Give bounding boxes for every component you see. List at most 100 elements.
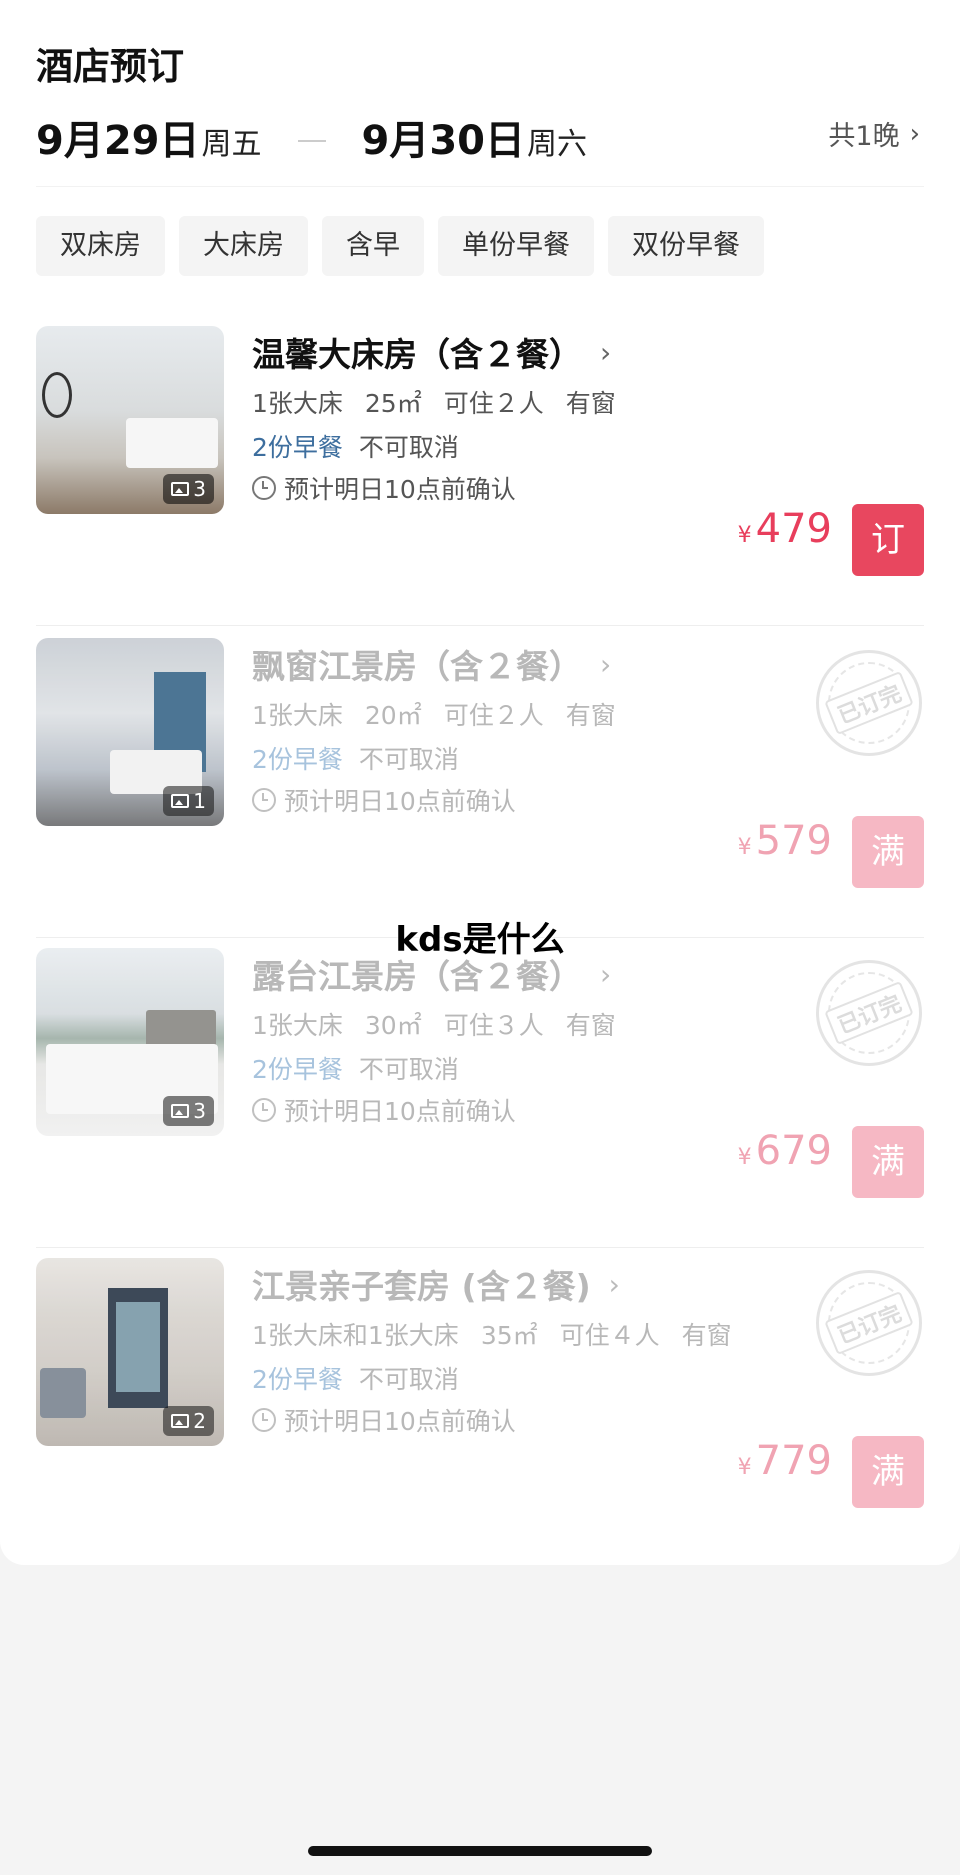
full-button[interactable]: 满 <box>852 1126 924 1198</box>
full-button[interactable]: 满 <box>852 1436 924 1508</box>
checkout-day: 周六 <box>527 127 587 162</box>
photo-count: 3 <box>193 1099 206 1123</box>
date-range[interactable]: 9月29日 周五 9月30日 周六 <box>36 108 587 164</box>
page-title: 酒店预订 <box>36 45 184 88</box>
window-info: 有窗 <box>565 701 616 730</box>
room-price: ¥ 479 <box>738 506 832 552</box>
clock-icon <box>252 476 276 500</box>
photo-count-badge: 1 <box>163 786 214 816</box>
room-specs: 1张大床 20㎡ 可住２人 有窗 <box>252 696 638 732</box>
sold-out-stamp: 已订完 <box>816 650 922 756</box>
cancel-policy: 不可取消 <box>358 1055 459 1084</box>
room-area: 35㎡ <box>480 1321 538 1350</box>
cancel-policy: 不可取消 <box>358 745 459 774</box>
chevron-right-icon: › <box>608 1267 620 1301</box>
confirm-info: 预计明日10点前确认 <box>252 1092 516 1128</box>
photo-count-badge: 2 <box>163 1406 214 1436</box>
room-area: 25㎡ <box>364 389 422 418</box>
price-amount: 579 <box>755 818 832 864</box>
room-specs: 1张大床和1张大床 35㎡ 可住４人 有窗 <box>252 1316 754 1352</box>
window-info: 有窗 <box>565 389 616 418</box>
room-photo[interactable]: 3 <box>36 326 224 514</box>
image-icon <box>171 1104 190 1118</box>
room-photo[interactable]: 1 <box>36 638 224 826</box>
full-button[interactable]: 满 <box>852 816 924 888</box>
nights-link[interactable]: 共1晚 › <box>828 114 920 153</box>
chevron-right-icon: › <box>909 118 920 149</box>
room-area: 30㎡ <box>364 1011 422 1040</box>
occupancy: 可住３人 <box>443 1011 544 1040</box>
room-name-text: 温馨大床房（含２餐） <box>252 335 582 374</box>
room-name[interactable]: 江景亲子套房 (含２餐) › <box>252 1260 620 1308</box>
filter-chip-breakfast[interactable]: 含早 <box>322 216 424 276</box>
room-info: 温馨大床房（含２餐） › 1张大床 25㎡ 可住２人 有窗 2份早餐 不可取消 预计明日… <box>252 326 924 526</box>
currency-symbol: ¥ <box>737 1145 752 1170</box>
room-photo[interactable]: 3 <box>36 948 224 1136</box>
booking-card: 酒店预订 9月29日 周五 9月30日 周六 共1晚 › 双床房 大床房 含早 … <box>0 0 960 1565</box>
nights-label: 共1晚 <box>828 121 900 152</box>
room-area: 20㎡ <box>364 701 422 730</box>
clock-icon <box>252 788 276 812</box>
room-photo[interactable]: 2 <box>36 1258 224 1446</box>
room-info: 露台江景房（含２餐） › 1张大床 30㎡ 可住３人 有窗 2份早餐 不可取消 预计明日… <box>252 948 924 1148</box>
sold-out-stamp: 已订完 <box>816 960 922 1066</box>
filter-chip-twin[interactable]: 双床房 <box>36 216 165 276</box>
cancel-policy: 不可取消 <box>358 433 459 462</box>
confirm-info: 预计明日10点前确认 <box>252 782 516 818</box>
checkout-date: 9月30日 <box>361 118 526 164</box>
image-icon <box>171 1414 190 1428</box>
occupancy: 可住４人 <box>559 1321 660 1350</box>
currency-symbol: ¥ <box>737 835 752 860</box>
confirm-text: 预计明日10点前确认 <box>284 787 516 816</box>
window-info: 有窗 <box>681 1321 732 1350</box>
room-item[interactable]: 3 温馨大床房（含２餐） › 1张大床 25㎡ 可住２人 有窗 2份早餐 不可取消 预计… <box>36 326 924 626</box>
price-amount: 479 <box>755 506 832 552</box>
divider <box>36 186 924 187</box>
image-icon <box>171 482 190 496</box>
clock-icon <box>252 1098 276 1122</box>
photo-count: 1 <box>193 789 206 813</box>
room-name[interactable]: 温馨大床房（含２餐） › <box>252 328 611 376</box>
room-price: ¥ 679 <box>738 1128 832 1174</box>
checkin-day: 周五 <box>201 127 262 162</box>
breakfast-info: 2份早餐 <box>252 1055 343 1084</box>
window-info: 有窗 <box>565 1011 616 1040</box>
bed-type: 1张大床和1张大床 <box>252 1321 459 1350</box>
room-name[interactable]: 飘窗江景房（含２餐） › <box>252 640 611 688</box>
room-info: 飘窗江景房（含２餐） › 1张大床 20㎡ 可住２人 有窗 2份早餐 不可取消 预计明日… <box>252 638 924 838</box>
room-item[interactable]: 3 露台江景房（含２餐） › 1张大床 30㎡ 可住３人 有窗 2份早餐 不可取消 预计… <box>36 948 924 1248</box>
photo-count: 3 <box>193 477 206 501</box>
confirm-text: 预计明日10点前确认 <box>284 1097 516 1126</box>
meal-policy: 2份早餐 不可取消 <box>252 428 459 464</box>
confirm-text: 预计明日10点前确认 <box>284 1407 516 1436</box>
date-separator <box>297 140 326 142</box>
filter-chip-double-breakfast[interactable]: 双份早餐 <box>608 216 764 276</box>
occupancy: 可住２人 <box>443 389 544 418</box>
meal-policy: 2份早餐 不可取消 <box>252 1050 459 1086</box>
confirm-text: 预计明日10点前确认 <box>284 475 516 504</box>
room-item[interactable]: 1 飘窗江景房（含２餐） › 1张大床 20㎡ 可住２人 有窗 2份早餐 不可取消 预计… <box>36 638 924 938</box>
room-item[interactable]: 2 江景亲子套房 (含２餐) › 1张大床和1张大床 35㎡ 可住４人 有窗 2份早餐… <box>36 1258 924 1558</box>
bed-type: 1张大床 <box>252 389 343 418</box>
divider <box>36 1247 924 1248</box>
bed-type: 1张大床 <box>252 701 343 730</box>
price-amount: 779 <box>755 1438 832 1484</box>
meal-policy: 2份早餐 不可取消 <box>252 1360 459 1396</box>
room-name-text: 飘窗江景房（含２餐） <box>252 647 582 686</box>
room-price: ¥ 579 <box>738 818 832 864</box>
meal-policy: 2份早餐 不可取消 <box>252 740 459 776</box>
photo-count-badge: 3 <box>163 474 214 504</box>
breakfast-info: 2份早餐 <box>252 433 343 462</box>
occupancy: 可住２人 <box>443 701 544 730</box>
room-name-text: 江景亲子套房 (含２餐) <box>252 1267 591 1306</box>
confirm-info: 预计明日10点前确认 <box>252 1402 516 1438</box>
book-button[interactable]: 订 <box>852 504 924 576</box>
currency-symbol: ¥ <box>737 1455 752 1480</box>
filter-chip-king[interactable]: 大床房 <box>179 216 308 276</box>
home-indicator[interactable] <box>308 1846 652 1856</box>
sold-out-stamp: 已订完 <box>816 1270 922 1376</box>
photo-count: 2 <box>193 1409 206 1433</box>
filter-chip-single-breakfast[interactable]: 单份早餐 <box>438 216 594 276</box>
image-icon <box>171 794 190 808</box>
divider <box>36 625 924 626</box>
